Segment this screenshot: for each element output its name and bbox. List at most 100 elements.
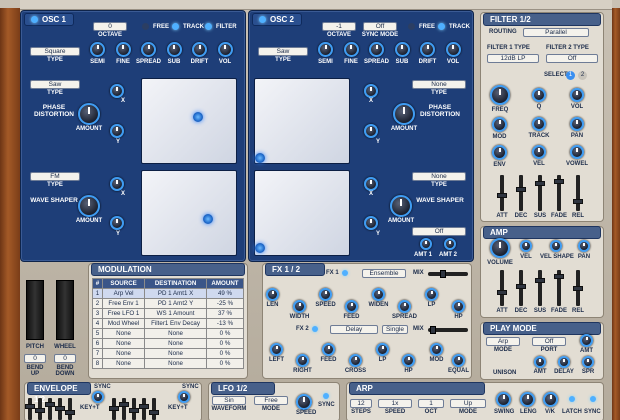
osc2-sub-knob[interactable] [394,42,410,57]
fx1-power-led[interactable] [342,270,348,276]
mod-amount-cell[interactable]: 0 % [206,328,244,339]
osc1-ws-type-select[interactable]: FM [30,172,80,181]
amp-att-fader[interactable] [500,270,504,306]
mod-source-cell[interactable]: Mod Wheel [101,318,146,329]
filter-sus-fader-handle[interactable] [535,181,545,186]
fx2-left-knob[interactable] [270,343,283,356]
filter-vol-knob[interactable] [570,88,584,102]
fx1-hp-knob[interactable] [452,300,465,313]
filter-vowel-knob[interactable] [570,145,584,159]
fx1-lp-knob[interactable] [425,288,438,301]
osc2-ws-x-knob[interactable] [364,177,378,191]
modulation-row[interactable]: 4 Mod Wheel Filter1 Env Decay -13 % [92,318,244,329]
bend-down-field[interactable]: 0 [54,354,76,363]
lfo-sync-led[interactable] [323,393,329,399]
filter-routing-select[interactable]: Parallel [523,28,589,37]
portamento-amount-knob[interactable] [580,334,593,347]
envelope-fader-handle-8[interactable] [129,408,139,413]
amp-dec-fader-handle[interactable] [516,284,526,289]
amp-vel-shape-knob[interactable] [550,240,562,252]
envelope-fader-handle-5[interactable] [65,410,75,415]
fx1-type-select[interactable]: Ensemble [362,269,406,278]
unison-spr-knob[interactable] [582,356,594,368]
osc2-pd-type-select[interactable]: None [412,80,466,89]
osc1-semi-knob[interactable] [90,42,105,57]
mod-source-cell[interactable]: Free LFO 1 [101,308,146,319]
fx1-feed-knob[interactable] [345,300,358,313]
osc2-ws-xy-point[interactable] [255,243,265,253]
mod-destination-cell[interactable]: None [144,328,208,339]
filter-dec-fader[interactable] [519,175,523,211]
arp-octave-select[interactable]: 1 [418,399,444,408]
osc2-ws-type-select[interactable]: None [412,172,466,181]
mod-amount-cell[interactable]: 0 % [206,348,244,359]
osc1-power-led[interactable] [31,16,38,24]
fx2-type-select[interactable]: Delay [330,325,378,334]
osc2-sync-select[interactable]: Off [363,22,397,31]
osc1-pd-xy-pad[interactable] [141,78,237,164]
osc2-pd-x-knob[interactable] [364,84,378,98]
filter-att-fader-handle[interactable] [497,193,507,198]
envelope-fader-10[interactable] [152,398,156,420]
osc2-amt1-knob[interactable] [420,238,432,250]
mod-amount-cell[interactable]: -13 % [206,318,244,329]
filter-select-1[interactable]: 1 [566,71,575,80]
osc2-fine-knob[interactable] [343,42,359,57]
osc2-semi-knob[interactable] [318,42,333,57]
filter-mod-knob[interactable] [492,117,507,132]
envelope-fader-handle-10[interactable] [149,410,159,415]
filter2-type-select[interactable]: Off [546,54,598,63]
osc2-spread-knob[interactable] [369,42,384,57]
filter-track-knob[interactable] [532,117,546,131]
envelope-fader-handle-3[interactable] [45,402,55,407]
mod-destination-cell[interactable]: None [144,348,208,359]
fx2-mix-handle[interactable] [430,326,436,334]
fx1-spread-knob[interactable] [398,300,411,313]
arp-speed-select[interactable]: 1x [378,399,412,408]
mod-amount-cell[interactable]: -25 % [206,298,244,309]
osc2-ws-y-knob[interactable] [364,216,378,230]
fx2-mix-slider[interactable] [428,326,468,334]
fx1-speed-knob[interactable] [319,288,332,301]
fx1-width-knob[interactable] [293,300,306,313]
filter1-type-select[interactable]: 12dB LP [487,54,539,63]
mod-source-cell[interactable]: None [101,328,146,339]
osc1-ws-xy-pad[interactable] [141,170,237,256]
fx2-equal-knob[interactable] [452,354,465,367]
osc1-pd-type-select[interactable]: Saw [30,80,80,89]
amp-rel-fader-handle[interactable] [573,286,583,291]
modulation-row[interactable]: 1 Arp Vel PD 1 Amt1 X 49 % [92,288,244,299]
envelope-fader-5[interactable] [68,398,72,420]
play-mode-select[interactable]: Arp [486,337,520,346]
envelope-fader-handle-9[interactable] [139,404,149,409]
osc1-header[interactable]: OSC 1 [24,13,74,26]
osc1-fine-knob[interactable] [115,42,131,57]
mod-amount-cell[interactable]: 49 % [206,288,244,299]
envelope-fader-9[interactable] [142,398,146,420]
lfo-mode-select[interactable]: Free [254,396,288,405]
lfo-speed-knob[interactable] [296,394,312,410]
amp-pan-knob[interactable] [578,240,590,252]
osc1-drift-knob[interactable] [192,42,207,57]
filter-select-2[interactable]: 2 [578,71,587,80]
envelope-fader-handle-4[interactable] [55,406,65,411]
modulation-row[interactable]: 6 None None 0 % [92,338,244,349]
mod-source-cell[interactable]: None [101,358,146,369]
mod-amount-cell[interactable]: 37 % [206,308,244,319]
osc2-free-toggle[interactable]: FREE [408,23,435,30]
osc1-filter-toggle[interactable]: FILTER [205,23,237,30]
modulation-row[interactable]: 7 None None 0 % [92,348,244,359]
osc2-power-led[interactable] [259,16,266,24]
mod-source-cell[interactable]: Free Env 1 [101,298,146,309]
filter-dec-fader-handle[interactable] [516,187,526,192]
fx2-mod-knob[interactable] [430,343,443,356]
osc1-octave-select[interactable]: 0 [93,22,127,31]
osc2-ws-amount-knob[interactable] [390,195,412,217]
amp-att-fader-handle[interactable] [497,290,507,295]
mod-destination-cell[interactable]: Filter1 Env Decay [144,318,208,329]
osc2-track-toggle[interactable]: TRACK [438,23,470,30]
mod-destination-cell[interactable]: None [144,358,208,369]
portamento-select[interactable]: Off [532,337,566,346]
fx2-hp-knob[interactable] [402,354,415,367]
arp-steps-select[interactable]: 12 [350,399,372,408]
